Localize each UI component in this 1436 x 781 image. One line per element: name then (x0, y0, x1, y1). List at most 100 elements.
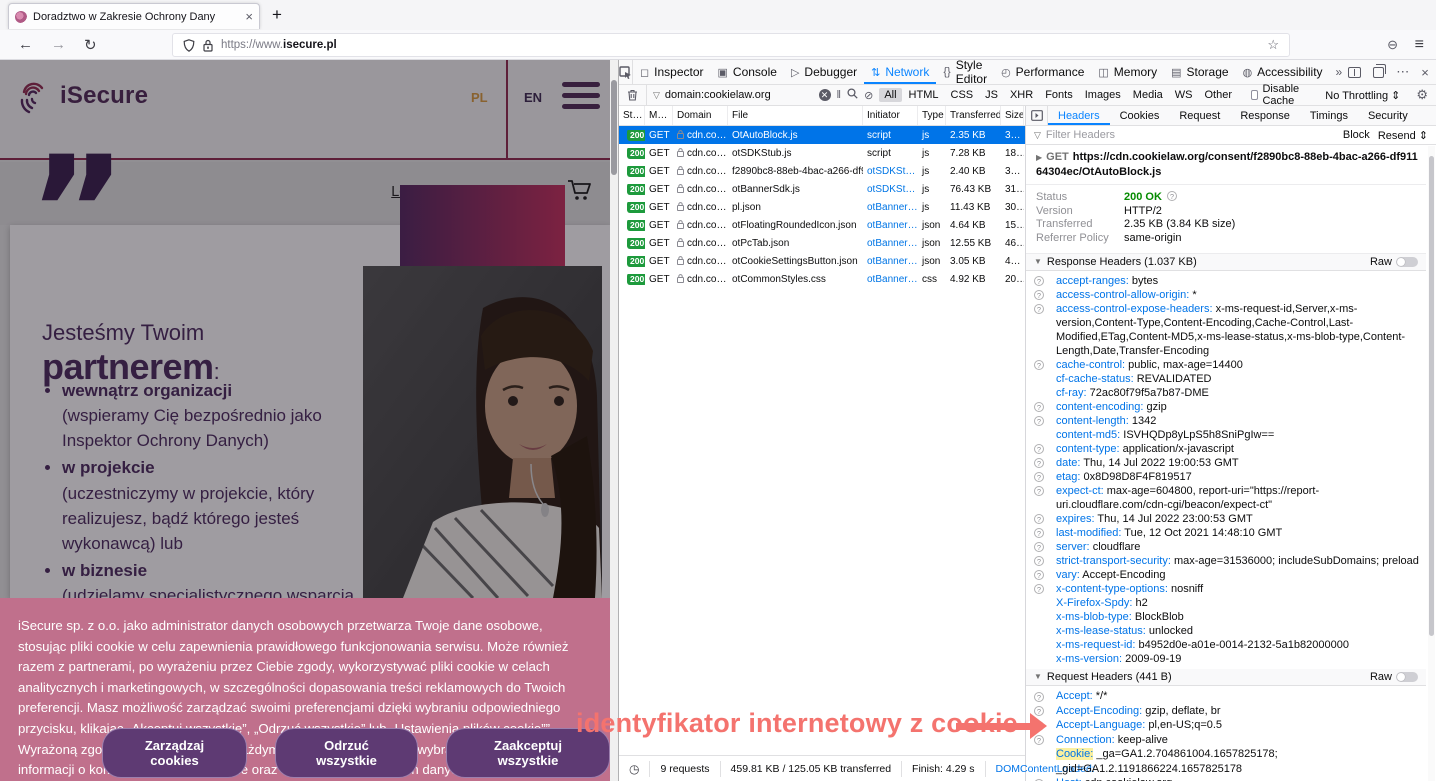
page-scrollbar[interactable] (610, 60, 618, 781)
response-header-row[interactable]: ?expect-ct: max-age=604800, report-uri="… (1026, 484, 1426, 512)
response-header-row[interactable]: ?content-length: 1342 (1026, 414, 1426, 428)
url-bar[interactable]: https://www.isecure.pl ☆ (172, 33, 1290, 57)
responsive-mode-icon[interactable] (1348, 67, 1361, 78)
devtools-menu-icon[interactable]: ⋯ (1396, 64, 1409, 80)
help-icon[interactable]: ? (1034, 402, 1044, 412)
request-header-row[interactable]: Cookie: _ga=GA1.2.704861004.1657825178; … (1026, 747, 1426, 776)
response-header-row[interactable]: ?access-control-expose-headers: x-ms-req… (1026, 302, 1426, 358)
help-icon[interactable]: ? (1167, 191, 1177, 201)
devtools-tab-network[interactable]: ⇅Network (864, 60, 936, 84)
help-icon[interactable]: ? (1034, 360, 1044, 370)
help-icon[interactable]: ? (1034, 444, 1044, 454)
response-header-row[interactable]: ?content-encoding: gzip (1026, 400, 1426, 414)
column-header-domain[interactable]: Domain (673, 106, 728, 125)
response-header-row[interactable]: x-ms-version: 2009-09-19 (1026, 652, 1426, 666)
collapse-triangle-icon[interactable]: ▼ (1034, 670, 1042, 684)
expand-triangle-icon[interactable]: ▶ (1036, 153, 1042, 162)
column-header-initiator[interactable]: Initiator (863, 106, 918, 125)
type-filter-media[interactable]: Media (1128, 88, 1168, 102)
request-row[interactable]: 200GETcdn.co…otCommonStyles.cssotBanner…… (619, 270, 1025, 288)
detail-tab-response[interactable]: Response (1230, 106, 1300, 125)
request-header-row[interactable]: ?Connection: keep-alive (1026, 733, 1426, 748)
reload-icon[interactable]: ↻ (84, 36, 97, 54)
devtools-tab-performance[interactable]: ◴Performance (994, 60, 1091, 84)
network-settings-gear-icon[interactable]: ⚙ (1416, 87, 1428, 103)
collapse-triangle-icon[interactable]: ▼ (1034, 255, 1042, 269)
block-url-icon[interactable]: ⊘ (864, 89, 873, 102)
more-tools-icon[interactable]: » (1330, 65, 1349, 79)
help-icon[interactable]: ? (1034, 692, 1044, 702)
type-filter-all[interactable]: All (879, 88, 901, 102)
column-header-st[interactable]: St… (619, 106, 645, 125)
request-headers-section[interactable]: ▼ Request Headers (441 B) Raw (1026, 669, 1426, 686)
panel-toggle-icon[interactable] (1026, 106, 1048, 125)
request-row[interactable]: 200GETcdn.co…OtAutoBlock.jsscriptjs2.35 … (619, 126, 1025, 144)
response-header-row[interactable]: ?content-type: application/x-javascript (1026, 442, 1426, 456)
devtools-tab-debugger[interactable]: ▷Debugger (784, 60, 864, 84)
help-icon[interactable]: ? (1034, 416, 1044, 426)
disable-cache-checkbox[interactable]: Disable Cache (1251, 83, 1311, 107)
devtools-tab-memory[interactable]: ◫Memory (1091, 60, 1164, 84)
browser-tab[interactable]: Doradztwo w Zakresie Ochrony Dany × (8, 3, 260, 29)
column-header-m[interactable]: M… (645, 106, 673, 125)
request-header-row[interactable]: ?Accept-Language: pl,en-US;q=0.5 (1026, 718, 1426, 733)
devtools-tab-style-editor[interactable]: {}Style Editor (936, 60, 994, 84)
type-filter-fonts[interactable]: Fonts (1040, 88, 1078, 102)
response-header-row[interactable]: ?cache-control: public, max-age=14400 (1026, 358, 1426, 372)
throttling-select[interactable]: No Throttling ⇕ (1325, 89, 1400, 102)
request-row[interactable]: 200GETcdn.co…otFloatingRoundedIcon.jsono… (619, 216, 1025, 234)
headers-scrollbar[interactable] (1428, 146, 1435, 781)
column-header-type[interactable]: Type (918, 106, 946, 125)
request-url-block[interactable]: ▶GEThttps://cdn.cookielaw.org/consent/f2… (1026, 145, 1426, 185)
shield-icon[interactable] (183, 39, 195, 52)
response-header-row[interactable]: content-md5: ISVHQDp8yLpS5h8SniPgIw== (1026, 428, 1426, 442)
request-table-header[interactable]: St…M…DomainFileInitiatorTypeTransferredS… (619, 106, 1025, 126)
cookie-button-odrzuć-wszystkie[interactable]: Odrzuć wszystkie (275, 728, 418, 778)
request-row[interactable]: 200GETcdn.co…pl.jsonotBanner…js11.43 KB3… (619, 198, 1025, 216)
clear-requests-icon[interactable] (619, 85, 647, 105)
response-header-row[interactable]: ?vary: Accept-Encoding (1026, 568, 1426, 582)
type-filter-ws[interactable]: WS (1170, 88, 1198, 102)
devtools-tab-console[interactable]: ▣Console (711, 60, 784, 84)
resend-button[interactable]: Resend ⇕ (1378, 129, 1428, 142)
column-header-transferred[interactable]: Transferred (946, 106, 1001, 125)
response-header-row[interactable]: ?server: cloudflare (1026, 540, 1426, 554)
type-filter-images[interactable]: Images (1080, 88, 1126, 102)
raw-toggle[interactable] (1396, 257, 1418, 267)
response-header-row[interactable]: x-ms-lease-status: unlocked (1026, 624, 1426, 638)
help-icon[interactable]: ? (1034, 290, 1044, 300)
response-header-row[interactable]: ?date: Thu, 14 Jul 2022 19:00:53 GMT (1026, 456, 1426, 470)
help-icon[interactable]: ? (1034, 276, 1044, 286)
pocket-icon[interactable]: ⊖ (1387, 37, 1398, 53)
browser-menu-icon[interactable]: ≡ (1415, 36, 1424, 54)
detail-tab-security[interactable]: Security (1358, 106, 1418, 125)
lock-icon[interactable] (203, 39, 213, 52)
request-row[interactable]: 200GETcdn.co…f2890bc8-88eb-4bac-a266-df9… (619, 162, 1025, 180)
type-filter-css[interactable]: CSS (946, 88, 979, 102)
response-header-row[interactable]: ?last-modified: Tue, 12 Oct 2021 14:48:1… (1026, 526, 1426, 540)
raw-toggle[interactable] (1396, 672, 1418, 682)
response-header-row[interactable]: x-ms-blob-type: BlockBlob (1026, 610, 1426, 624)
search-icon[interactable] (847, 88, 858, 102)
page-scrollbar-thumb[interactable] (611, 80, 617, 175)
bookmark-star-icon[interactable]: ☆ (1267, 37, 1279, 53)
request-row[interactable]: 200GETcdn.co…otBannerSdk.jsotSDKSt…js76.… (619, 180, 1025, 198)
column-header-file[interactable]: File (728, 106, 863, 125)
filter-headers-input[interactable]: Filter Headers (1046, 129, 1115, 141)
back-icon[interactable]: ← (18, 36, 33, 53)
response-header-row[interactable]: ?x-content-type-options: nosniff (1026, 582, 1426, 596)
devtools-close-icon[interactable]: × (1421, 65, 1429, 80)
response-headers-section[interactable]: ▼ Response Headers (1.037 KB) Raw (1026, 254, 1426, 271)
type-filter-xhr[interactable]: XHR (1005, 88, 1038, 102)
help-icon[interactable]: ? (1034, 528, 1044, 538)
response-header-row[interactable]: ?accept-ranges: bytes (1026, 274, 1426, 288)
devtools-tab-accessibility[interactable]: ◍Accessibility (1236, 60, 1330, 84)
response-header-row[interactable]: ?etag: 0x8D98D8F4F819517 (1026, 470, 1426, 484)
request-row[interactable]: 200GETcdn.co…otCookieSettingsButton.json… (619, 252, 1025, 270)
devtools-tab-inspector[interactable]: ◻Inspector (633, 60, 711, 84)
cookie-button-zarządzaj-cookies[interactable]: Zarządzaj cookies (102, 728, 247, 778)
type-filter-js[interactable]: JS (980, 88, 1003, 102)
type-filter-html[interactable]: HTML (904, 88, 944, 102)
response-header-row[interactable]: cf-cache-status: REVALIDATED (1026, 372, 1426, 386)
help-icon[interactable]: ? (1034, 570, 1044, 580)
